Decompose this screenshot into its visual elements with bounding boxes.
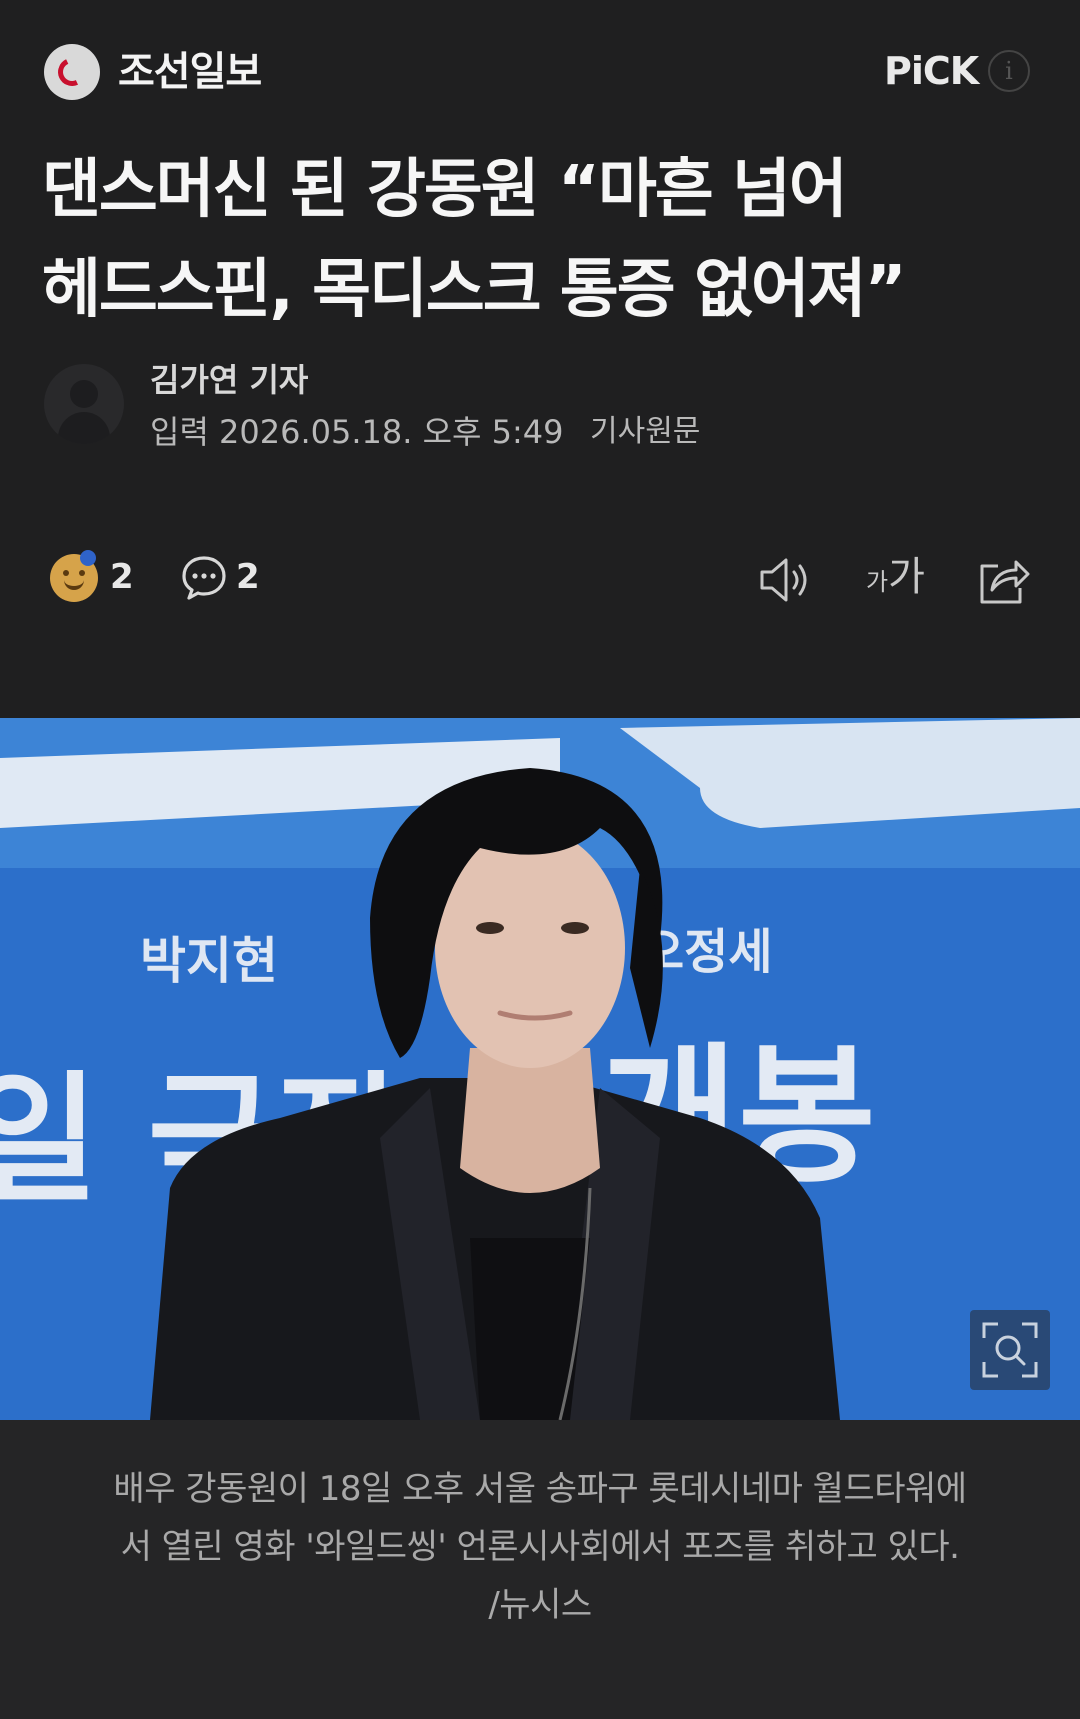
font-size-large-label: 가 [888, 554, 925, 600]
comment-icon[interactable] [180, 554, 228, 602]
headline-line-1: 댄스머신 된 강동원 “마흔 넘어 [42, 153, 848, 227]
headline-line-2: 헤드스핀, 목디스크 통증 없어져” [42, 253, 907, 327]
reaction-count[interactable]: 2 [110, 554, 134, 600]
photo-zoom-button[interactable] [970, 1310, 1050, 1390]
photo-caption: 배우 강동원이 18일 오후 서울 송파구 롯데시네마 월드타워에 서 열린 영… [50, 1460, 1030, 1634]
original-article-link[interactable]: 기사원문 [590, 410, 700, 454]
action-bar: 2 2 가가 [0, 540, 1080, 620]
font-size-small-label: 가 [866, 568, 889, 596]
press-name[interactable]: 조선일보 [118, 44, 262, 100]
caption-line-3: /뉴시스 [488, 1585, 592, 1625]
banner-name-left: 박지현 [140, 932, 278, 990]
reaction-emoji-icon[interactable] [50, 550, 98, 602]
info-icon[interactable]: i [988, 50, 1030, 92]
article-header: 조선일보 PiCK i [0, 0, 1080, 140]
photo-caption-area: 배우 강동원이 18일 오후 서울 송파구 롯데시네마 월드타워에 서 열린 영… [0, 1420, 1080, 1719]
share-icon[interactable] [976, 554, 1032, 606]
font-size-button[interactable]: 가가 [866, 552, 925, 610]
article-photo[interactable]: 박지현 오정세 일 극장 개봉 [0, 718, 1080, 1420]
zoom-icon [982, 1322, 1038, 1378]
press-logo-icon[interactable] [44, 44, 100, 100]
caption-line-2: 서 열린 영화 '와일드씽' 언론시사회에서 포즈를 취하고 있다. [120, 1527, 960, 1567]
speaker-icon[interactable] [756, 554, 812, 606]
article-photo-illustration: 박지현 오정세 일 극장 개봉 [0, 718, 1080, 1420]
headline: 댄스머신 된 강동원 “마흔 넘어 헤드스핀, 목디스크 통증 없어져” [42, 140, 1052, 340]
reporter-name[interactable]: 김가연 기자 [150, 358, 308, 402]
comment-count[interactable]: 2 [236, 554, 260, 600]
caption-line-1: 배우 강동원이 18일 오후 서울 송파구 롯데시네마 월드타워에 [113, 1469, 967, 1509]
reporter-avatar[interactable] [44, 364, 124, 444]
published-date: 입력 2026.05.18. 오후 5:49 [150, 413, 564, 451]
pick-badge: PiCK [884, 49, 979, 93]
